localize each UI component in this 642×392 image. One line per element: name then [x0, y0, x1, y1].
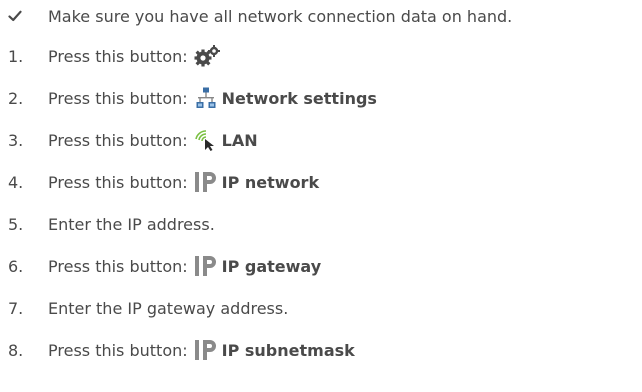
- step-4: 4. Press this button: IP network: [0, 166, 319, 198]
- check-icon: [0, 10, 48, 22]
- step-7: 7. Enter the IP gateway address.: [0, 292, 288, 324]
- ip-icon: [194, 339, 218, 361]
- button-label: IP gateway: [221, 256, 322, 276]
- gears-icon: [194, 44, 222, 68]
- step-number: 5.: [8, 214, 24, 234]
- prerequisite-text: Make sure you have all network connectio…: [48, 6, 513, 26]
- step-text: Press this button:: [48, 130, 188, 150]
- step-text: Press this button:: [48, 46, 188, 66]
- step-6: 6. Press this button: IP gateway: [0, 250, 321, 282]
- step-number: 2.: [8, 88, 24, 108]
- network-settings-icon: [194, 86, 218, 110]
- step-number: 8.: [8, 340, 24, 360]
- ip-icon: [194, 171, 218, 193]
- step-number: 6.: [8, 256, 24, 276]
- step-number: 1.: [8, 46, 24, 66]
- step-text: Enter the IP address.: [48, 214, 215, 234]
- button-label: LAN: [221, 130, 258, 150]
- prerequisite-row: Make sure you have all network connectio…: [0, 0, 512, 32]
- step-2: 2. Press this button: Network settings: [0, 82, 377, 114]
- ip-icon: [194, 255, 218, 277]
- step-text: Press this button:: [48, 172, 188, 192]
- button-label: IP network: [221, 172, 320, 192]
- step-text: Enter the IP gateway address.: [48, 298, 289, 318]
- lan-icon: [194, 129, 218, 151]
- step-text: Press this button:: [48, 340, 188, 360]
- button-label: IP subnetmask: [221, 340, 355, 360]
- button-label: Network settings: [221, 88, 377, 108]
- step-8: 8. Press this button: IP subnetmask: [0, 334, 355, 366]
- step-1: 1. Press this button:: [0, 40, 226, 72]
- step-number: 3.: [8, 130, 24, 150]
- step-number: 4.: [8, 172, 24, 192]
- step-5: 5. Enter the IP address.: [0, 208, 215, 240]
- step-3: 3. Press this button: LAN: [0, 124, 258, 156]
- step-number: 7.: [8, 298, 24, 318]
- instruction-list: Make sure you have all network connectio…: [0, 0, 642, 392]
- step-text: Press this button:: [48, 88, 188, 108]
- step-text: Press this button:: [48, 256, 188, 276]
